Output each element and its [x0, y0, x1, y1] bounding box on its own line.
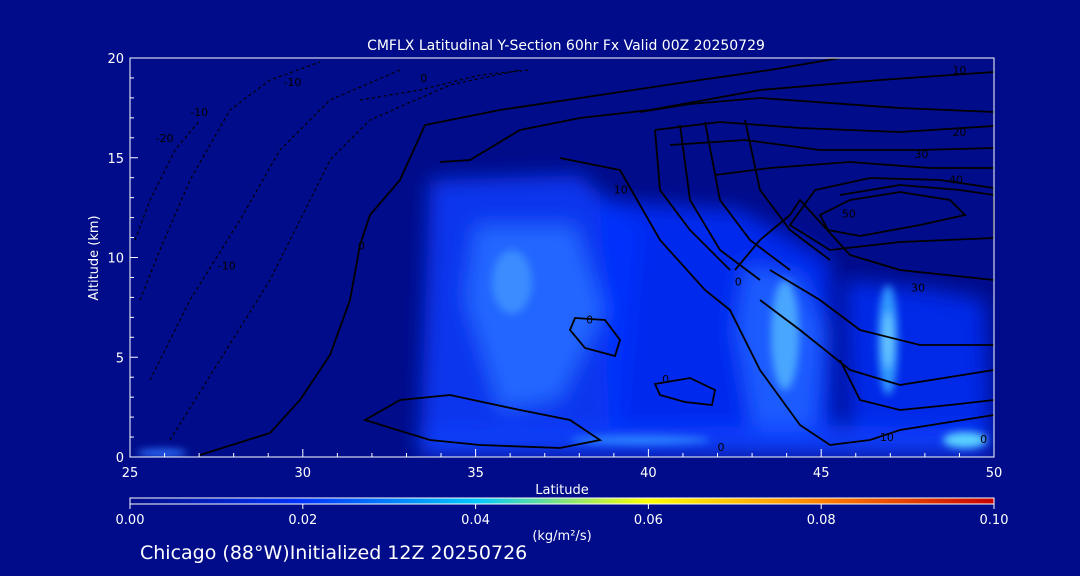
contour-label: -10	[218, 259, 236, 272]
footer-caption: Chicago (88°W)Initialized 12Z 20250726	[140, 542, 528, 564]
x-tick-label: 35	[467, 466, 484, 481]
flux-max-40n-surface	[570, 435, 710, 445]
colorbar-tick-label: 0.06	[634, 513, 663, 528]
x-tick-label: 40	[640, 466, 657, 481]
contour-label: 30	[914, 148, 928, 161]
contour-label: 10	[880, 431, 894, 444]
contour-label: 50	[842, 208, 856, 221]
contour-label: 40	[949, 174, 963, 187]
x-tick-label: 25	[122, 466, 139, 481]
y-tick-label: 5	[116, 351, 124, 366]
contour-50	[839, 184, 994, 196]
contour-label: -10	[190, 106, 208, 119]
y-tick-label: 10	[107, 252, 124, 267]
y-tick-label: 20	[107, 52, 124, 67]
colorbar-tick-label: 0.02	[288, 513, 317, 528]
chart: CMFLX Latitudinal Y-Section 60hr Fx Vali…	[87, 38, 1009, 544]
colorbar-label: (kg/m²/s)	[532, 529, 591, 544]
flux-region-far-east	[845, 280, 992, 440]
colorbar-tick-label: 0.08	[807, 513, 836, 528]
y-axis-label: Altitude (km)	[87, 215, 102, 300]
contour-label: 30	[911, 281, 925, 294]
colorbar-tick-label: 0.00	[116, 513, 145, 528]
colorbar-tick-label: 0.04	[461, 513, 490, 528]
contour-label: 10	[952, 64, 966, 77]
contour-label: 0	[358, 240, 365, 253]
contour-label: 0	[662, 373, 669, 386]
colorbar-ticks: 0.00 0.02 0.04 0.06 0.08 0.10	[116, 504, 1009, 528]
flux-max-44n	[771, 280, 799, 390]
dashed-contour-2	[149, 69, 401, 381]
chart-title: CMFLX Latitudinal Y-Section 60hr Fx Vali…	[367, 38, 765, 54]
contour-label: -20	[156, 132, 174, 145]
flux-field	[137, 175, 992, 457]
flux-shading	[420, 175, 992, 456]
dashed-contour-5	[359, 69, 531, 101]
y-tick-label: 15	[107, 152, 124, 167]
contour-label: 10	[614, 184, 628, 197]
colorbar-tick-label: 0.10	[980, 513, 1009, 528]
x-tick-label: 50	[986, 466, 1003, 481]
contour-label: 0	[717, 441, 724, 454]
contour-0-upper	[439, 71, 994, 163]
contour-label: 0	[420, 72, 427, 85]
x-tick-label: 30	[295, 466, 312, 481]
contour-label: 0	[586, 313, 593, 326]
colorbar	[129, 497, 995, 505]
flux-max-36n	[492, 250, 532, 314]
contour-label: 0	[735, 275, 742, 288]
flux-max-47n-core	[883, 312, 893, 368]
contour-label: 20	[952, 126, 966, 139]
x-axis-label: Latitude	[535, 483, 589, 498]
flux-max-26n-surface	[137, 449, 187, 457]
contour-20	[639, 97, 994, 113]
x-tick-label: 45	[813, 466, 830, 481]
contour-label: 0	[980, 433, 987, 446]
contour-label: -10	[283, 76, 301, 89]
contour-30	[669, 139, 994, 151]
y-tick-label: 0	[116, 451, 124, 466]
